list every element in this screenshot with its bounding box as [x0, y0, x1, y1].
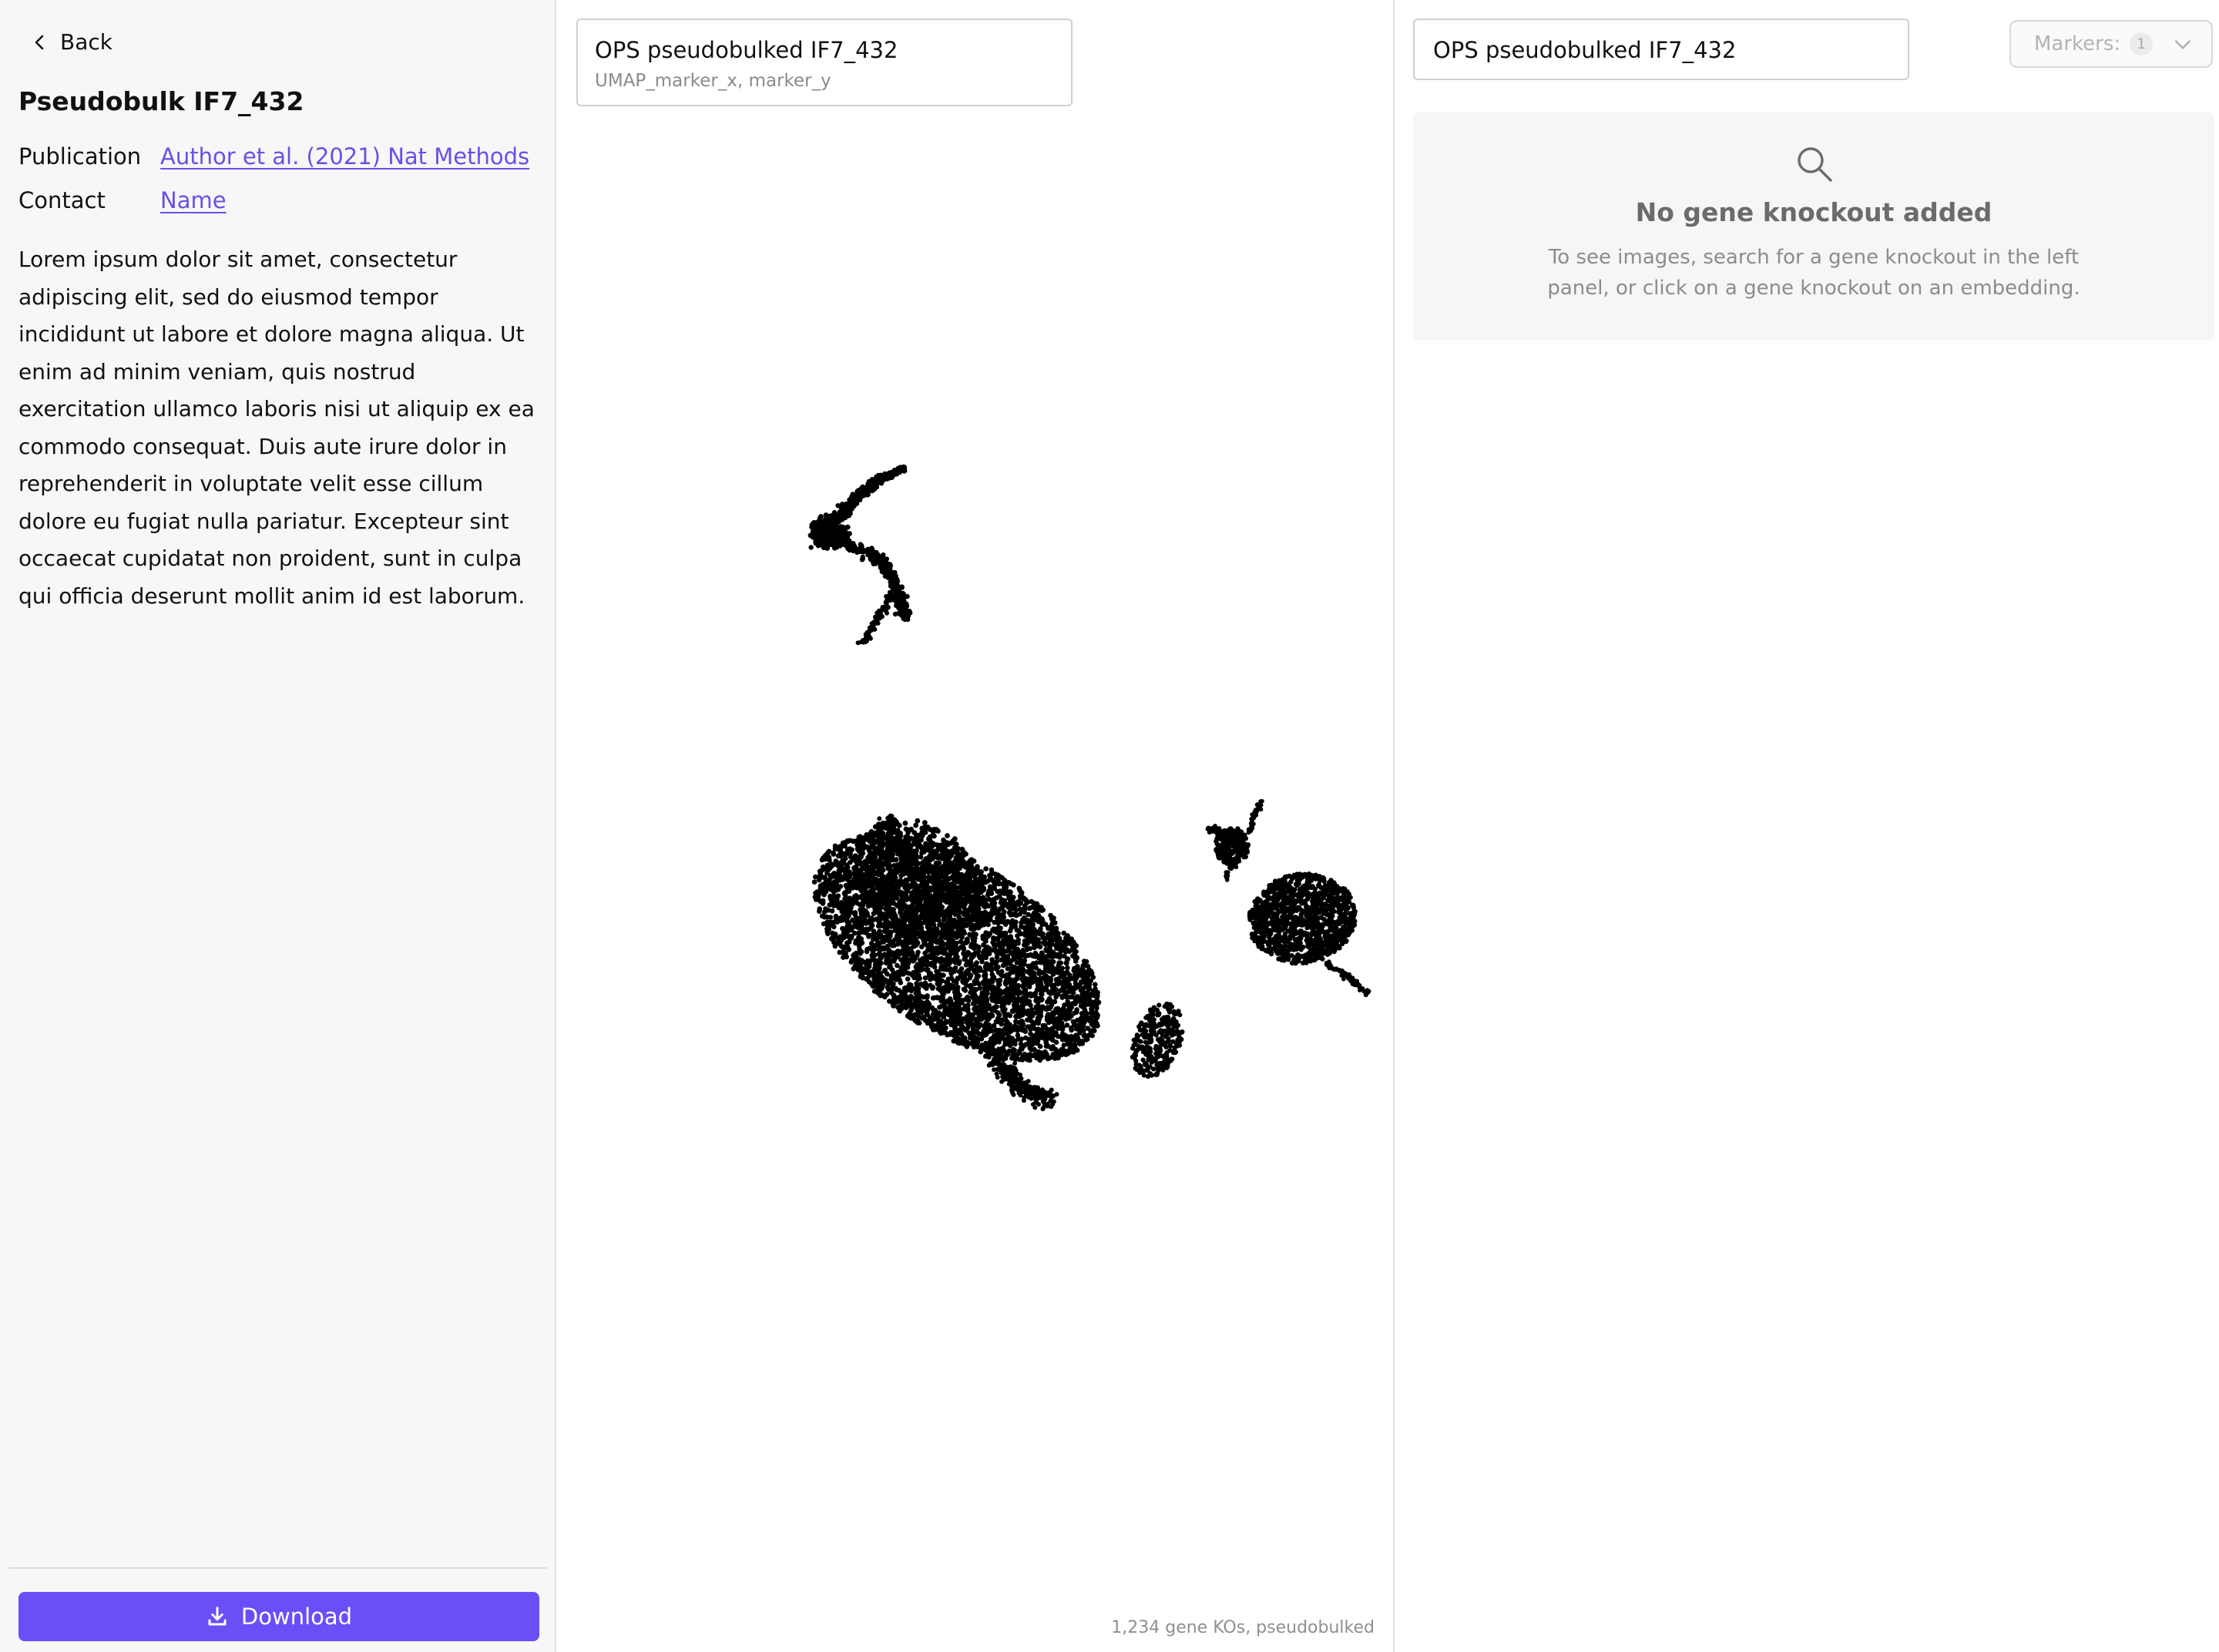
embedding-footnote: 1,234 gene KOs, pseudobulked: [1111, 1618, 1375, 1637]
chevron-left-icon: [35, 35, 44, 49]
search-icon: [1798, 147, 1832, 182]
embedding-points: [807, 464, 1371, 1112]
divider: [9, 1567, 547, 1569]
left-panel: Back Pseudobulk IF7_432 Publication Auth…: [0, 0, 556, 1652]
back-label: Back: [60, 29, 112, 55]
dataset-select-title: OPS pseudobulked IF7_432: [1433, 37, 1737, 63]
embedding-scatter-plot[interactable]: [556, 0, 1393, 1652]
publication-label: Publication: [18, 143, 142, 170]
contact-link[interactable]: Name: [160, 187, 227, 213]
publication-row: Publication Author et al. (2021) Nat Met…: [18, 143, 529, 170]
empty-state-card: No gene knockout added To see images, se…: [1413, 112, 2214, 341]
empty-state-title: No gene knockout added: [1635, 197, 1992, 227]
embedding-select[interactable]: OPS pseudobulked IF7_432 UMAP_marker_x, …: [576, 18, 1073, 106]
embedding-panel: OPS pseudobulked IF7_432 UMAP_marker_x, …: [556, 0, 1395, 1652]
download-icon: [208, 1607, 227, 1626]
dataset-select[interactable]: OPS pseudobulked IF7_432: [1413, 18, 1909, 80]
download-button[interactable]: Download: [18, 1592, 539, 1641]
markers-count-badge: 1: [2130, 32, 2154, 55]
page-title: Pseudobulk IF7_432: [18, 86, 304, 116]
publication-link[interactable]: Author et al. (2021) Nat Methods: [160, 143, 529, 170]
chevron-down-icon: [2175, 40, 2190, 49]
dataset-description: Lorem ipsum dolor sit amet, consectetur …: [18, 247, 535, 609]
markers-label: Markers:: [2034, 32, 2121, 55]
embedding-select-title: OPS pseudobulked IF7_432: [595, 37, 898, 63]
embedding-select-subtitle: UMAP_marker_x, marker_y: [595, 71, 831, 91]
images-panel: OPS pseudobulked IF7_432 Markers: 1 No g…: [1395, 0, 2219, 1652]
contact-row: Contact Name: [18, 187, 227, 213]
markers-dropdown[interactable]: Markers: 1: [2009, 20, 2213, 68]
contact-label: Contact: [18, 187, 106, 213]
empty-state-text: To see images, search for a gene knockou…: [1547, 246, 2080, 300]
back-link[interactable]: Back: [31, 29, 112, 55]
download-label: Download: [240, 1603, 353, 1630]
